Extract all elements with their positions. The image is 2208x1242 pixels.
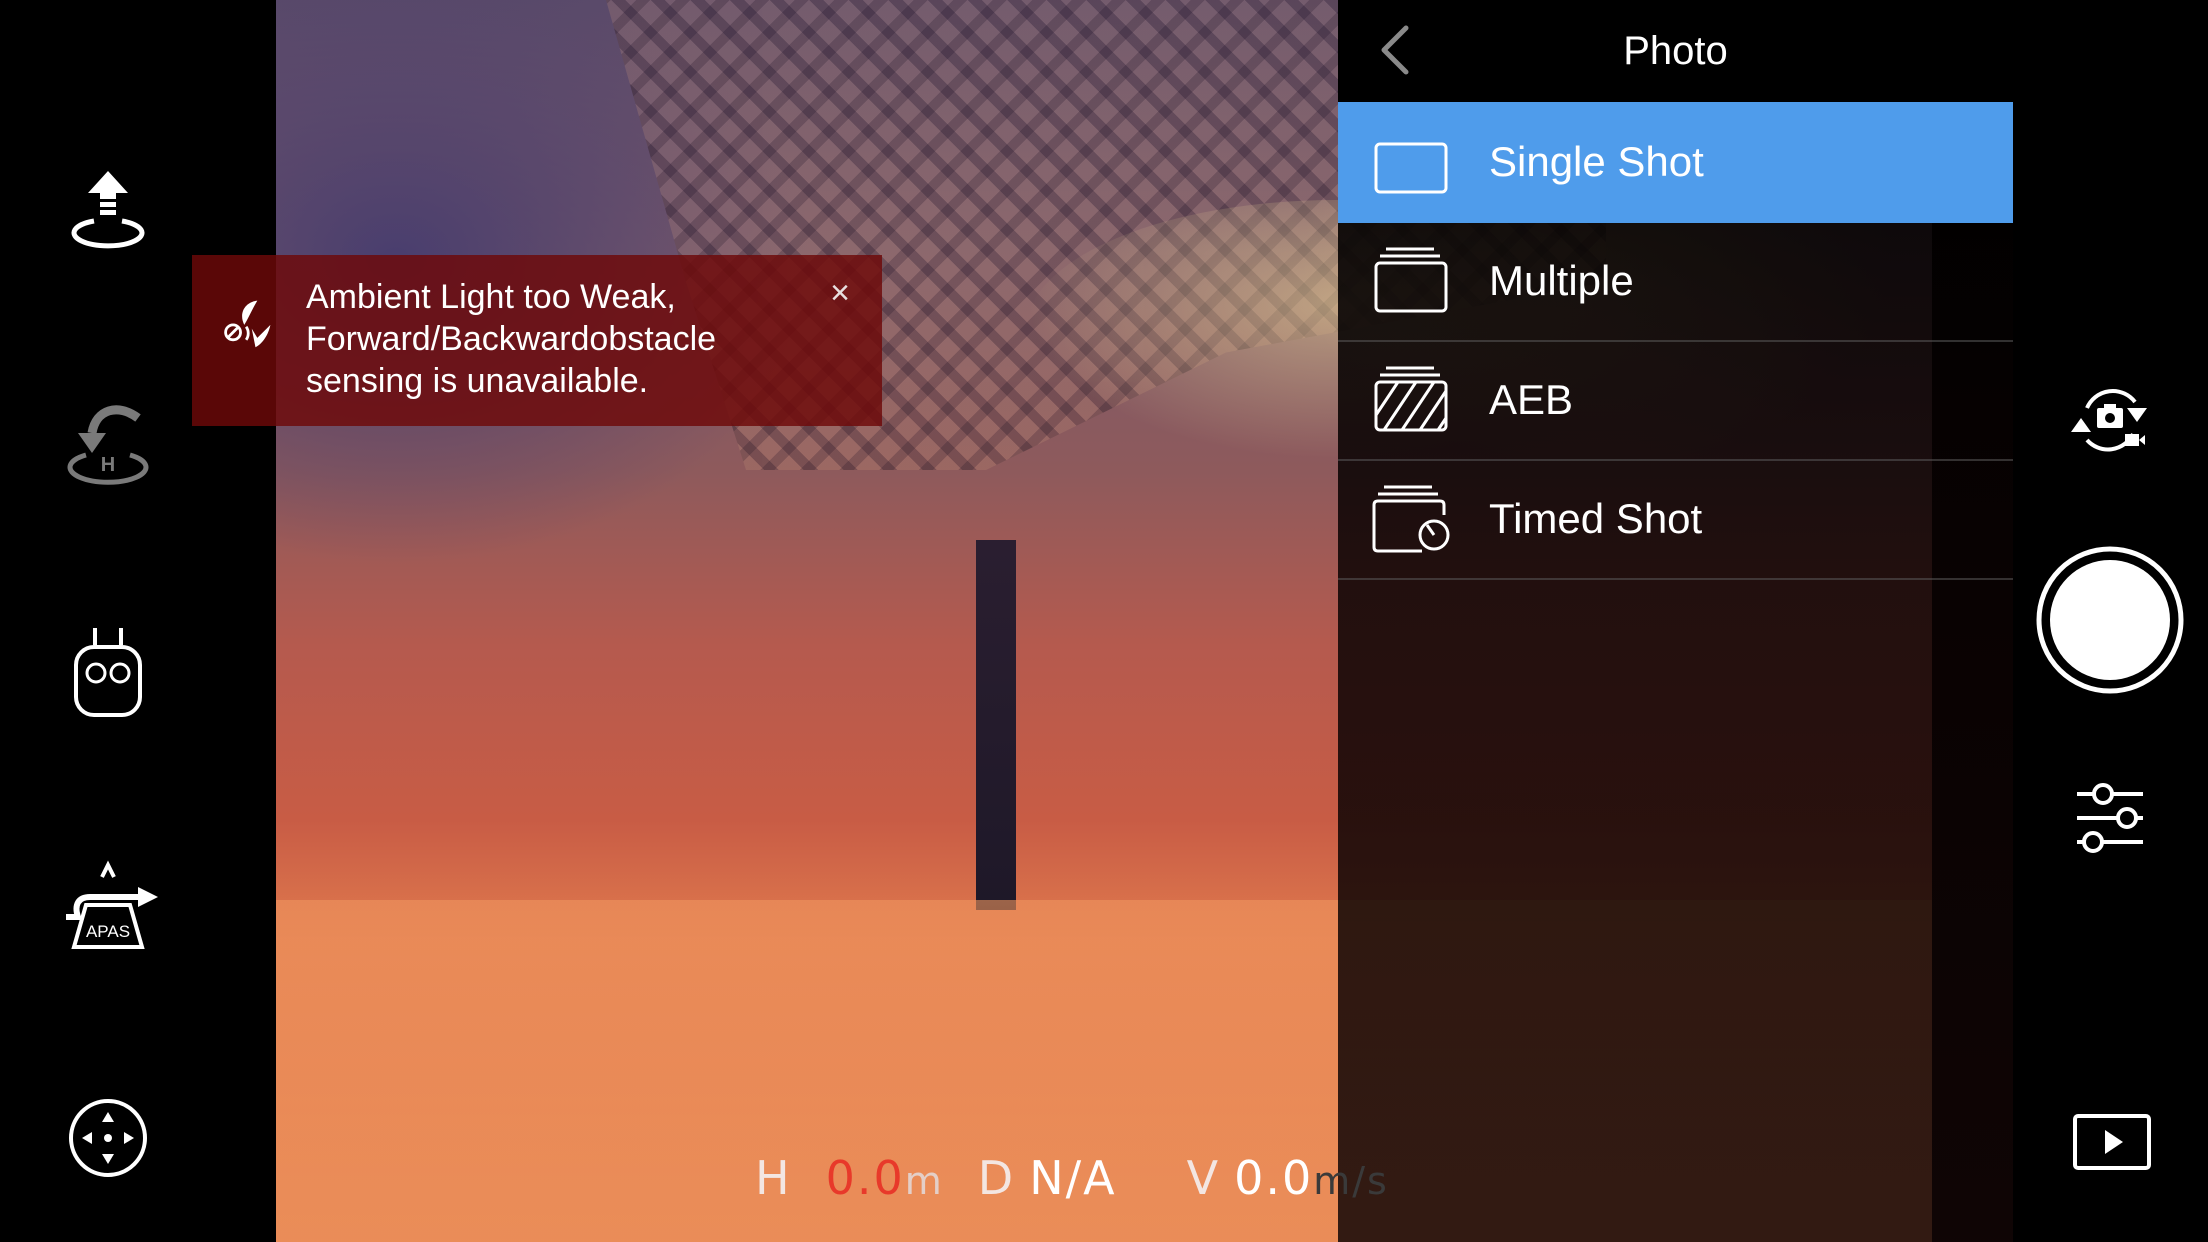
menu-item-single-shot[interactable]: Single Shot: [1338, 102, 2013, 223]
camera-video-switch-icon[interactable]: [2065, 378, 2155, 462]
photo-menu-title: Photo: [1623, 29, 1728, 73]
menu-item-label: Single Shot: [1489, 138, 1704, 185]
alert-close-button[interactable]: ×: [820, 273, 860, 313]
distance-value: N/A: [1029, 1151, 1117, 1205]
vspeed-unit: m/s: [1313, 1159, 1389, 1203]
remote-controller-button[interactable]: [58, 623, 158, 723]
sofa-seam: [976, 540, 1016, 910]
playback-button[interactable]: [2073, 1114, 2151, 1170]
distance-label: D: [977, 1151, 1016, 1205]
apas-button[interactable]: APAS: [58, 855, 158, 955]
camera-controls-rail: [2013, 0, 2208, 1242]
menu-item-multiple[interactable]: Multiple: [1338, 221, 2013, 342]
photo-mode-menu: Single Shot Multiple AEB Timed Shot: [1338, 102, 2013, 1242]
menu-item-timed-shot[interactable]: Timed Shot: [1338, 459, 2013, 580]
height-value: 0.0: [825, 1151, 905, 1205]
menu-item-label: Timed Shot: [1489, 495, 1703, 542]
alert-line: Ambient Light too Weak,: [306, 278, 676, 316]
intelligent-flight-button[interactable]: [58, 1088, 158, 1188]
flight-telemetry: H 0.0m D N/A V 0.0m/s: [755, 1148, 1389, 1208]
shutter-button[interactable]: [2036, 546, 2184, 694]
play-icon: [2073, 1114, 2151, 1170]
vspeed-label: V: [1186, 1151, 1221, 1205]
obstacle-sensing-alert: Ambient Light too Weak, Forward/Backward…: [192, 255, 882, 426]
takeoff-icon: [71, 171, 145, 249]
sliders-icon[interactable]: [2073, 778, 2147, 858]
alert-message: Ambient Light too Weak, Forward/Backward…: [306, 276, 776, 402]
remote-controller-icon: [74, 628, 142, 717]
height-unit: m: [904, 1159, 944, 1203]
timed-shot-icon: [1372, 485, 1450, 553]
takeoff-button[interactable]: [58, 163, 158, 263]
multiple-shot-icon: [1374, 247, 1448, 313]
height-label: H: [755, 1151, 792, 1205]
single-shot-icon: [1374, 142, 1448, 194]
aeb-icon: [1374, 366, 1448, 432]
obstacle-sensing-disabled-icon: [224, 300, 271, 348]
return-home-button[interactable]: H: [58, 393, 158, 493]
photo-menu-header: Photo: [1338, 0, 2013, 102]
menu-item-label: AEB: [1489, 376, 1574, 423]
alert-line: Forward/Backwardobstacle: [306, 320, 717, 358]
menu-item-aeb[interactable]: AEB: [1338, 340, 2013, 461]
joystick-dpad-icon: [69, 1099, 147, 1177]
shutter-button-icon: [2036, 546, 2184, 694]
svg-text:APAS: APAS: [86, 922, 130, 941]
apas-icon: APAS: [66, 860, 158, 949]
menu-item-label: Multiple: [1489, 257, 1634, 304]
return-home-icon: H: [67, 405, 149, 485]
vspeed-value: 0.0: [1234, 1151, 1314, 1205]
svg-text:H: H: [101, 454, 115, 476]
alert-line: sensing is unavailable.: [306, 362, 649, 400]
